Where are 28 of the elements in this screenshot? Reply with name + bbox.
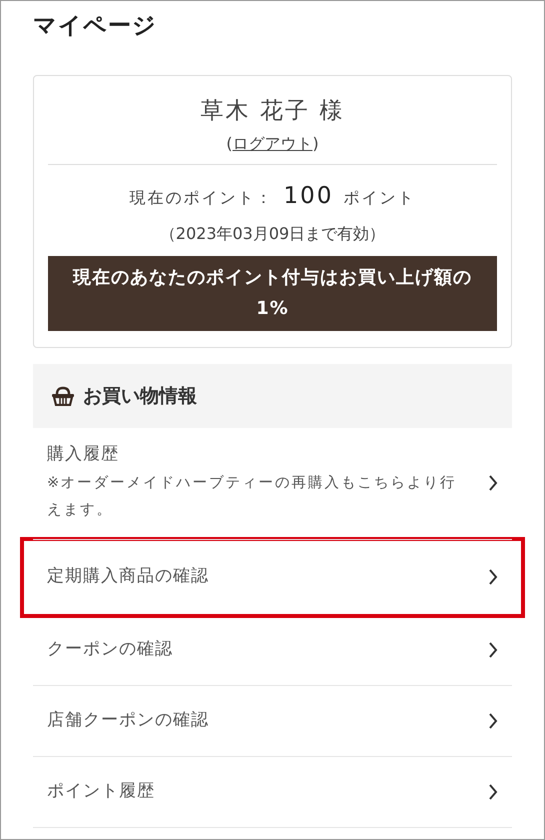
menu-item[interactable]: ポイント履歴	[33, 756, 512, 828]
menu-label: 店舗クーポンの確認	[47, 708, 209, 732]
menu-item[interactable]: 店舗クーポンの確認	[33, 686, 512, 757]
menu-label: 定期購入商品の確認	[47, 565, 209, 588]
menu-label: 購入履歴	[47, 443, 120, 466]
parenthesis: )	[312, 134, 319, 154]
menu-item[interactable]: 購入履歴 ※オーダーメイドハーブティーの再購入もこちらより行えます。	[33, 428, 512, 540]
customer-name: 草木 花子 様	[200, 96, 346, 126]
points-value: 100	[284, 183, 334, 210]
logout-link[interactable]: ログアウト	[232, 134, 312, 154]
parenthesis: (	[226, 134, 232, 154]
points-expiry: （2023年03月09日まで有効）	[158, 222, 386, 245]
chevron-right-icon	[488, 784, 498, 800]
chevron-right-icon	[488, 569, 498, 586]
basket-icon	[51, 386, 75, 406]
chevron-right-icon	[488, 712, 498, 729]
menu-item[interactable]: クーポンの確認	[33, 614, 512, 686]
section-title: お買い物情報	[83, 384, 197, 409]
points-label: 現在のポイント：	[130, 188, 274, 208]
points-notice: 現在のあなたのポイント付与はお買い上げ額の1%	[48, 256, 497, 331]
page-title: マイページ	[33, 13, 158, 41]
chevron-right-icon	[488, 642, 498, 658]
points-unit: ポイント	[343, 188, 416, 208]
chevron-right-icon	[488, 475, 498, 492]
menu-item[interactable]: 定期購入商品の確認	[33, 540, 512, 614]
menu-label: ポイント履歴	[47, 780, 155, 803]
menu-note: ※オーダーメイドハーブティーの再購入もこちらより行えます。	[47, 474, 458, 520]
menu-label: クーポンの確認	[47, 638, 173, 661]
